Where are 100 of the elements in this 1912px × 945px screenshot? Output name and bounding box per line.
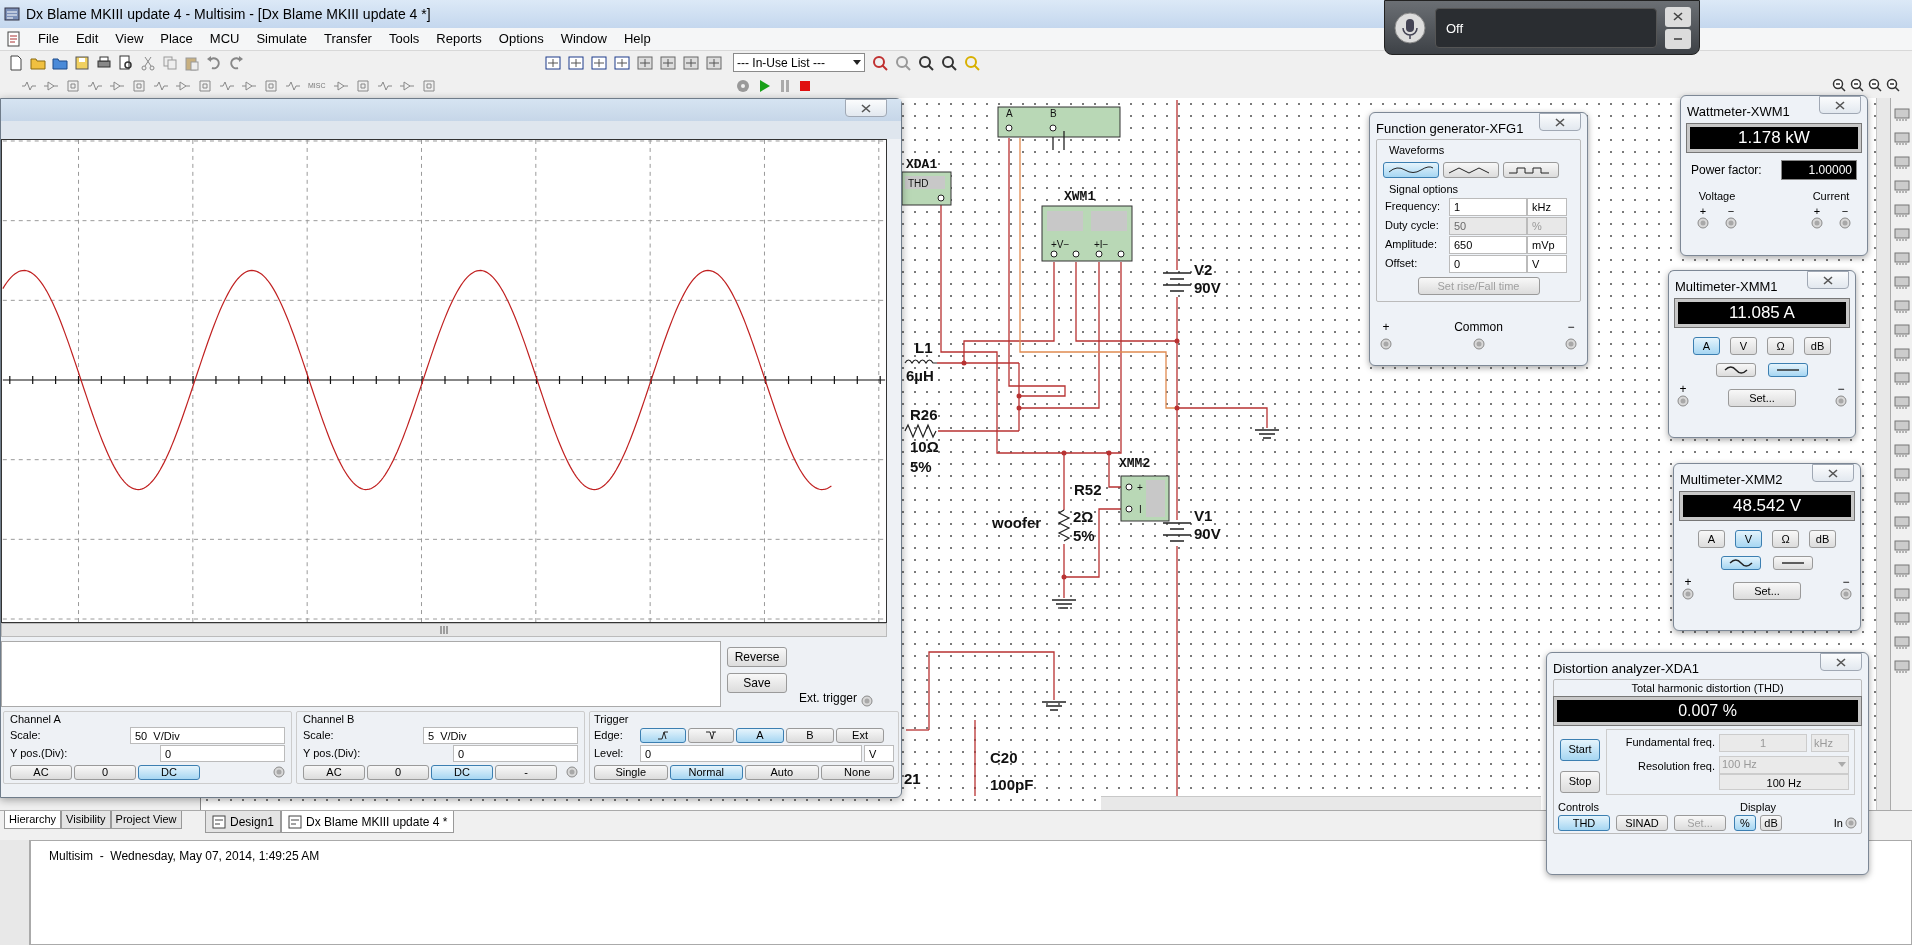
redo-icon[interactable] [228,54,244,71]
instrument-icon[interactable] [1893,108,1910,122]
menu-item[interactable]: MCU [208,29,241,49]
y-position-field[interactable]: 0 [160,745,285,762]
menu-item[interactable]: Tools [387,29,421,49]
design-tab[interactable]: Dx Blame MKIII update 4 * [281,811,455,833]
y-position-field[interactable]: 0 [453,745,578,762]
button[interactable]: Ω [1767,337,1794,355]
trigger-level-field[interactable]: 0 [640,745,862,762]
instrument-icon[interactable] [1893,300,1910,314]
horizontal-scrollbar[interactable] [1,623,887,637]
instrument-icon[interactable] [1893,516,1910,530]
instrument-icon[interactable] [1893,132,1910,146]
button[interactable]: - [495,764,557,780]
value-field[interactable]: 1 [1449,197,1527,216]
close-button[interactable] [1665,6,1691,27]
instrument-icon[interactable] [1893,252,1910,266]
button[interactable]: AC [10,764,72,780]
design-tab[interactable]: Design1 [205,811,282,833]
instrument-icon[interactable] [1893,540,1910,554]
value-field[interactable]: 0 [1449,254,1527,273]
waveform-button[interactable] [1443,161,1499,178]
waveform-button[interactable] [1503,161,1559,178]
scale-field[interactable]: 5 V/Div [423,726,578,744]
button[interactable]: Single [594,764,668,780]
close-button[interactable] [1820,653,1862,671]
button[interactable]: A [736,727,784,743]
instrument-icon[interactable] [1893,348,1910,362]
save-icon[interactable] [74,54,90,71]
button[interactable]: Set... [1728,389,1796,407]
close-button[interactable] [1539,113,1581,131]
instrument-icon[interactable] [1893,180,1910,194]
button[interactable]: Ω [1772,530,1799,548]
instrument-icon[interactable] [1893,492,1910,506]
button[interactable]: B [786,727,834,743]
menu-item[interactable]: Edit [74,29,100,49]
close-button[interactable] [1812,464,1854,482]
stop-icon[interactable] [799,80,811,92]
button[interactable]: Normal [669,764,743,780]
instrument-icon[interactable] [1893,372,1910,386]
edge-button[interactable] [640,727,686,743]
instrument-icon[interactable] [1893,228,1910,242]
instrument-icon[interactable] [1893,276,1910,290]
button[interactable]: AC [303,764,365,780]
value-field[interactable]: 650 [1449,235,1527,254]
paste-icon[interactable] [184,54,200,71]
button[interactable]: dB [1804,337,1831,355]
button[interactable]: % [1734,815,1756,831]
button[interactable]: Stop [1560,770,1600,793]
button[interactable]: A [1693,337,1720,355]
signal-type-button[interactable] [1721,556,1761,570]
signal-type-button[interactable] [1716,363,1756,377]
scale-field[interactable]: 50 V/Div [130,726,285,744]
copy-icon[interactable] [162,54,178,71]
instrument-icon[interactable] [1893,588,1910,602]
button[interactable]: Start [1560,738,1600,761]
instrument-icon[interactable] [1893,156,1910,170]
button[interactable]: dB [1760,815,1782,831]
panel-tab[interactable]: Hierarchy [4,811,62,829]
edge-button[interactable] [688,727,734,743]
button[interactable]: V [1730,337,1757,355]
in-use-list-dropdown[interactable]: --- In-Use List --- [733,53,865,72]
instrument-icon[interactable] [1893,636,1910,650]
button[interactable]: Save [727,673,787,693]
zoom-icon[interactable] [941,54,957,71]
menu-item[interactable]: File [37,29,60,49]
button[interactable]: SINAD [1616,815,1668,831]
button[interactable]: Ext [836,727,884,743]
button[interactable]: DC [138,764,200,780]
minimize-button[interactable] [1665,28,1691,49]
pause-icon[interactable] [779,79,791,93]
button[interactable]: Reverse [727,647,787,667]
new-file-icon[interactable] [8,54,24,71]
button[interactable]: DC [431,764,493,780]
button[interactable]: 0 [367,764,429,780]
instrument-icon[interactable] [1893,564,1910,578]
menu-item[interactable]: Options [497,29,545,49]
instrument-icon[interactable] [1893,468,1910,482]
instrument-icon[interactable] [1893,444,1910,458]
vertical-scrollbar[interactable] [1876,98,1890,810]
menu-item[interactable]: Help [622,29,652,49]
close-button[interactable] [845,99,887,117]
instrument-icon[interactable] [1893,612,1910,626]
close-button[interactable] [1807,271,1849,289]
button[interactable]: dB [1809,530,1836,548]
menu-item[interactable]: Window [559,29,608,49]
menu-item[interactable]: Place [159,29,194,49]
button[interactable]: THD [1558,815,1610,831]
instrument-icon[interactable] [1893,204,1910,218]
run-icon[interactable] [759,79,771,93]
panel-tab[interactable]: Project View [110,811,182,829]
microphone-icon[interactable] [1393,10,1427,45]
panel-tab[interactable]: Visibility [61,811,111,829]
button[interactable]: None [820,764,894,780]
button[interactable]: Auto [745,764,819,780]
instrument-icon[interactable] [1893,396,1910,410]
undo-icon[interactable] [206,54,222,71]
cut-icon[interactable] [140,54,156,71]
waveform-button[interactable] [1383,161,1439,178]
menu-item[interactable]: Simulate [255,29,309,49]
